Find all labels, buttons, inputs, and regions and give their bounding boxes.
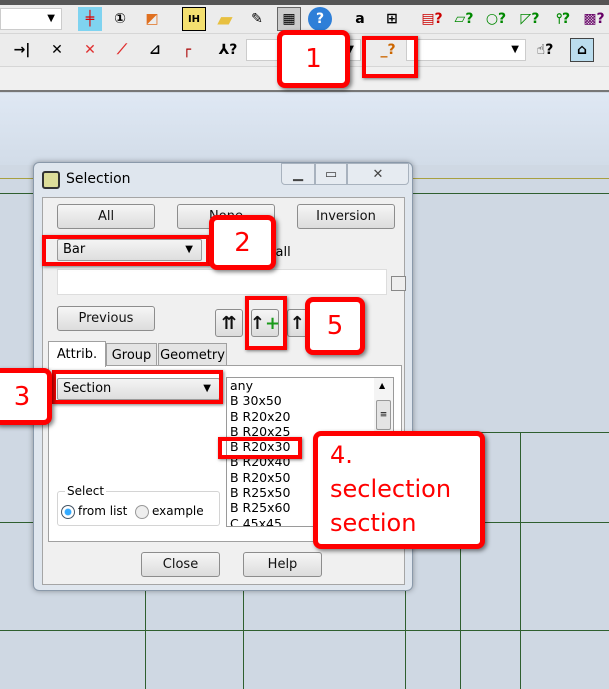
break-icon[interactable]: ⟋ (110, 38, 134, 62)
tab-geometry[interactable]: Geometry (158, 343, 227, 366)
close-window-button[interactable]: ✕ (347, 163, 409, 185)
annotation-3: 3 (0, 368, 52, 425)
trim-icon[interactable]: ✕ (78, 38, 102, 62)
tab-attrib[interactable]: Attrib. (48, 341, 106, 367)
highlight-bar-select (362, 36, 418, 78)
selection-input[interactable] (57, 269, 387, 295)
annotation-2: 2 (209, 215, 276, 270)
example-label: example (152, 504, 204, 518)
dimension-icon[interactable]: ◩ (140, 7, 164, 31)
maximize-button[interactable]: ▭ (315, 163, 347, 185)
help-button[interactable]: Help (243, 552, 322, 577)
annotation-4-line3: section (330, 509, 417, 537)
scroll-up-icon[interactable]: ▲ (379, 381, 385, 390)
annotation-1: 1 (277, 30, 350, 88)
notepad-icon[interactable]: ✎ (245, 7, 269, 31)
grid-icon[interactable]: ╪ (78, 7, 102, 31)
intersect-icon[interactable]: ✕ (45, 38, 69, 62)
list-item[interactable]: any (227, 378, 393, 393)
window-icon[interactable]: ⌂ (570, 38, 594, 62)
chevron-down-icon: ▼ (47, 13, 55, 24)
notify-checkbox[interactable] (391, 276, 406, 291)
extend-icon[interactable]: →| (10, 38, 34, 62)
dialog-title: Selection (66, 171, 131, 187)
annotation-4-line1: 4. (330, 441, 353, 469)
node-query-icon[interactable]: ⫯? (551, 7, 575, 31)
from-list-radio[interactable] (61, 505, 75, 519)
select-group: Select from list example (57, 484, 220, 526)
node-select-icon[interactable]: ⅄? (216, 38, 240, 62)
calculator-icon[interactable]: ▦ (277, 7, 301, 31)
tab-group[interactable]: Group (106, 343, 157, 366)
previous-button[interactable]: Previous (57, 306, 155, 331)
annotation-5: 5 (305, 297, 365, 355)
highlight-list-item (218, 437, 302, 459)
scroll-thumb[interactable]: ≡ (376, 400, 391, 430)
list-item[interactable]: B R20x20 (227, 409, 393, 424)
polygon-query-icon[interactable]: ◸? (518, 7, 542, 31)
inversion-button[interactable]: Inversion (297, 204, 395, 229)
color-query-icon[interactable]: ▤? (420, 7, 444, 31)
canvas-header (0, 93, 609, 165)
from-list-label: from list (78, 504, 128, 518)
minimize-button[interactable]: ▁ (281, 163, 315, 185)
list-item[interactable]: B 30x50 (227, 393, 393, 408)
solid-query-icon[interactable]: ▩? (582, 7, 606, 31)
toolbar-combo[interactable]: ▼ (0, 8, 62, 30)
panel-query-icon[interactable]: ▱? (452, 7, 476, 31)
text-colors-icon[interactable]: a (348, 7, 372, 31)
app-icon (42, 171, 60, 189)
select-all-arrow-button[interactable]: ⇈ (215, 309, 243, 337)
folder-icon[interactable]: ▰ (213, 7, 237, 31)
table-icon[interactable]: IH (182, 7, 206, 31)
example-radio[interactable] (135, 505, 149, 519)
annotation-4: 4. seclection section (313, 431, 485, 549)
help-icon[interactable]: ? (308, 7, 332, 31)
double-arrow-up-icon: ⇈ (221, 312, 237, 334)
highlight-add-button (245, 296, 287, 350)
annotation-4-line2: seclection (330, 475, 452, 503)
numbering-icon[interactable]: ① (108, 7, 132, 31)
close-button[interactable]: Close (141, 552, 220, 577)
legend-icon[interactable]: ⊞ (380, 7, 404, 31)
highlight-bar-dropdown (42, 235, 210, 266)
all-button[interactable]: All (57, 204, 155, 229)
corner-icon[interactable]: ┌ (175, 38, 199, 62)
chevron-down-icon: ▼ (511, 44, 519, 55)
select-group-label: Select (65, 484, 107, 498)
fillet-icon[interactable]: ⊿ (143, 38, 167, 62)
hand-query-icon[interactable]: ☝? (533, 38, 557, 62)
circle-query-icon[interactable]: ○? (484, 7, 508, 31)
bar-select-combo[interactable]: ▼ (406, 39, 526, 61)
highlight-section-dropdown (52, 370, 223, 404)
